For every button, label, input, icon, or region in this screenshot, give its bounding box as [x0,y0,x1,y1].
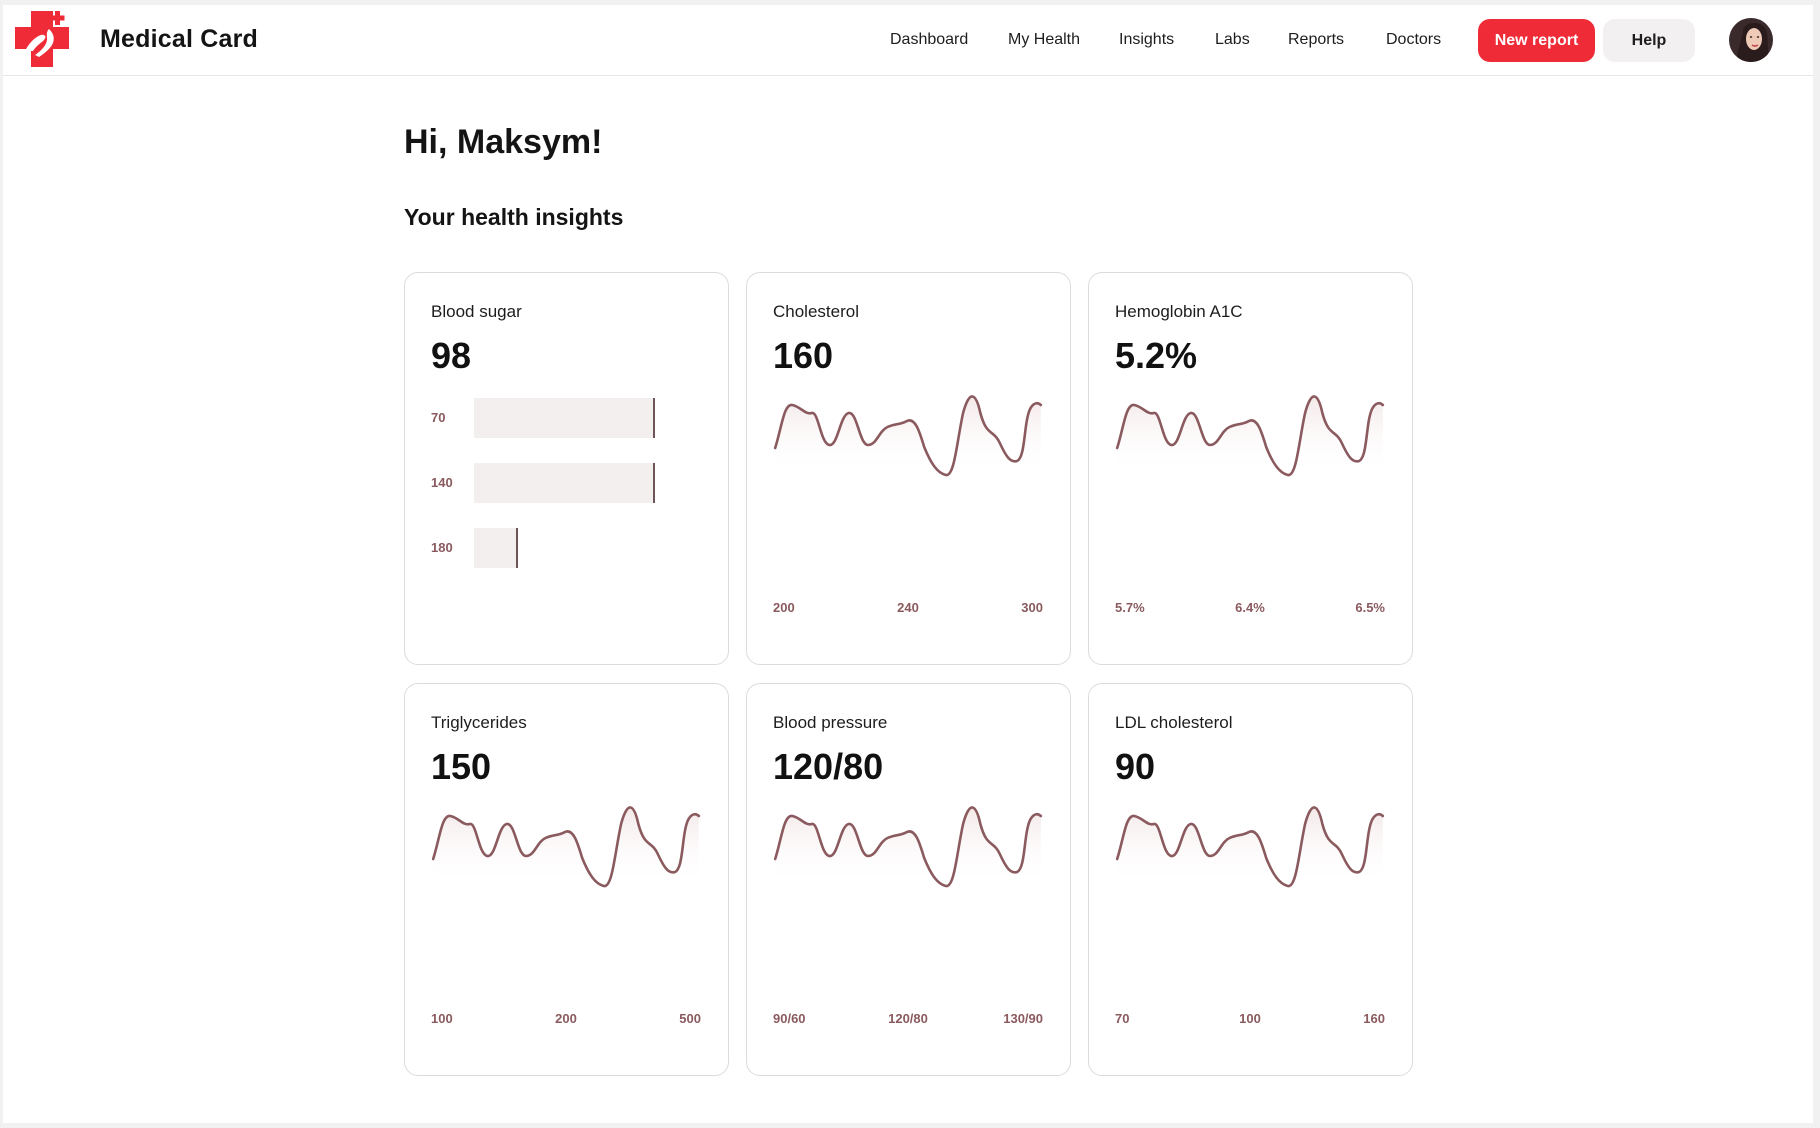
card-value: 98 [431,335,472,376]
bar-label: 140 [431,475,453,490]
metric-card-blood-sugar[interactable]: Blood sugar 98 70 140 180 [404,272,729,665]
axis-labels: 100 200 500 [431,1011,701,1029]
card-value: 120/80 [773,746,884,787]
sparkline-area [1117,396,1383,476]
metric-card-ldl-cholesterol[interactable]: LDL cholesterol 90 70 100 160 [1088,683,1413,1076]
card-title: Triglycerides [431,713,527,732]
app-window: Medical Card Dashboard My Health Insight… [3,5,1813,1123]
bar-marker [653,398,655,438]
axis-label: 100 [431,1011,453,1026]
section-heading: Your health insights [404,204,624,230]
axis-label: 100 [1239,1011,1261,1026]
bar-label: 70 [431,410,446,425]
axis-label: 200 [555,1011,577,1026]
nav-my-health[interactable]: My Health [1008,31,1080,49]
axis-label: 160 [1363,1011,1385,1026]
sparkline-area [433,807,699,887]
bar-row: 180 [431,528,701,568]
card-title: Blood sugar [431,302,522,321]
axis-labels: 90/60 120/80 130/90 [773,1011,1043,1029]
nav-reports[interactable]: Reports [1288,31,1344,49]
axis-label: 90/60 [773,1011,806,1026]
card-title: Cholesterol [773,302,859,321]
bar-label: 180 [431,540,453,555]
axis-label: 200 [773,600,795,615]
axis-labels: 70 100 160 [1115,1011,1385,1029]
app-title: Medical Card [100,25,259,53]
sparkline-chart [773,393,1043,493]
card-value: 160 [773,335,834,376]
axis-label: 500 [679,1011,701,1026]
axis-label: 70 [1115,1011,1130,1026]
bar-row: 70 [431,398,701,438]
sparkline-chart [1115,804,1385,904]
sparkline-chart [1115,393,1385,493]
bar [474,398,654,438]
axis-label: 120/80 [888,1011,928,1026]
bar-marker [653,463,655,503]
nav-doctors[interactable]: Doctors [1386,31,1441,49]
nav-labs[interactable]: Labs [1215,31,1250,49]
bar [474,528,517,568]
nav-insights[interactable]: Insights [1119,31,1174,49]
axis-label: 130/90 [1003,1011,1043,1026]
axis-label: 240 [897,600,919,615]
bar-marker [516,528,518,568]
user-avatar[interactable] [1729,18,1773,62]
sparkline-area [775,396,1041,476]
help-button[interactable]: Help [1603,19,1695,62]
sparkline-chart [431,804,701,904]
metric-card-triglycerides[interactable]: Triglycerides 150 100 200 500 [404,683,729,1076]
card-value: 5.2% [1115,335,1198,376]
bar-row: 140 [431,463,701,503]
card-value: 150 [431,746,492,787]
card-title: Hemoglobin A1C [1115,302,1243,321]
card-value: 90 [1115,746,1156,787]
card-title: Blood pressure [773,713,888,732]
sparkline-chart [773,804,1043,904]
top-navigation-bar: Medical Card Dashboard My Health Insight… [3,5,1813,76]
metric-card-blood-pressure[interactable]: Blood pressure 120/80 90/60 120/80 130/9… [746,683,1071,1076]
axis-label: 300 [1021,600,1043,615]
medical-cross-logo-icon[interactable] [11,7,75,71]
axis-labels: 5.7% 6.4% 6.5% [1115,600,1385,618]
new-report-button[interactable]: New report [1478,19,1595,62]
bar [474,463,654,503]
axis-label: 6.4% [1235,600,1265,615]
axis-label: 6.5% [1355,600,1385,615]
axis-label: 5.7% [1115,600,1145,615]
metric-card-hemoglobin-a1c[interactable]: Hemoglobin A1C 5.2% 5.7% 6.4% 6.5% [1088,272,1413,665]
nav-dashboard[interactable]: Dashboard [890,31,968,49]
sparkline-area [775,807,1041,887]
metric-card-cholesterol[interactable]: Cholesterol 160 200 240 300 [746,272,1071,665]
greeting-heading: Hi, Maksym! [404,123,603,161]
card-title: LDL cholesterol [1115,713,1233,732]
sparkline-area [1117,807,1383,887]
axis-labels: 200 240 300 [773,600,1043,618]
